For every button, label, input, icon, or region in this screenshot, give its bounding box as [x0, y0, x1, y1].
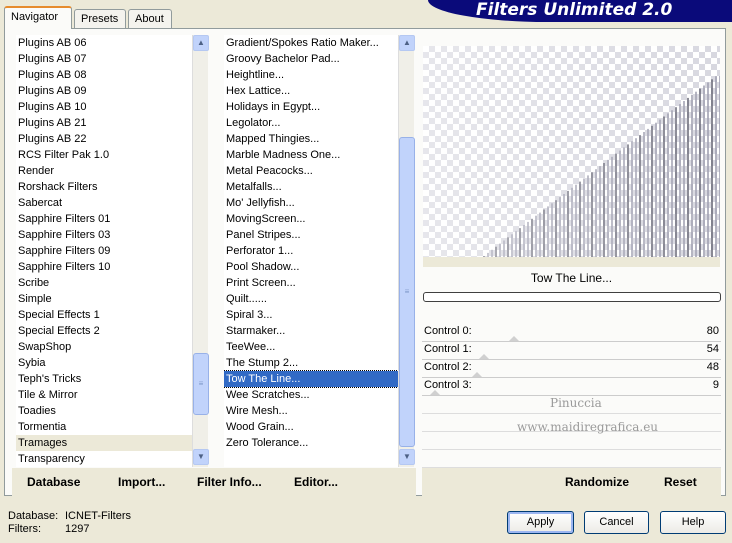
list-item[interactable]: Spiral 3...: [224, 307, 398, 323]
list-item[interactable]: SwapShop: [16, 339, 192, 355]
control-value: 80: [706, 325, 719, 337]
list-item[interactable]: Simple: [16, 291, 192, 307]
control-label: Control 2:: [424, 361, 472, 373]
filter-preview: [423, 46, 720, 257]
list-item[interactable]: Teph's Tricks: [16, 371, 192, 387]
list-item[interactable]: RCS Filter Pak 1.0: [16, 147, 192, 163]
selected-filter-name: Tow The Line...: [530, 271, 613, 285]
list-item[interactable]: Sabercat: [16, 195, 192, 211]
list-item[interactable]: Plugins AB 09: [16, 83, 192, 99]
list-item[interactable]: Legolator...: [224, 115, 398, 131]
list-item[interactable]: Metal Peacocks...: [224, 163, 398, 179]
list-item[interactable]: Sapphire Filters 09: [16, 243, 192, 259]
control-value: 9: [712, 379, 719, 391]
apply-button[interactable]: Apply: [507, 511, 574, 534]
control-value: 48: [706, 361, 719, 373]
scroll-thumb[interactable]: ≡: [193, 353, 209, 415]
list-item[interactable]: Plugins AB 06: [16, 35, 192, 51]
list-item[interactable]: Scribe: [16, 275, 192, 291]
tab-about[interactable]: About: [128, 9, 172, 28]
list-item[interactable]: Wee Scratches...: [224, 387, 398, 403]
preview-image: [423, 46, 720, 257]
list-item[interactable]: Groovy Bachelor Pad...: [224, 51, 398, 67]
title-banner: Filters Unlimited 2.0: [428, 0, 732, 22]
category-scrollbar[interactable]: ▲ ≡ ▼: [192, 35, 209, 467]
scroll-thumb[interactable]: ≡: [399, 137, 415, 447]
list-item[interactable]: Sapphire Filters 01: [16, 211, 192, 227]
tab-presets[interactable]: Presets: [74, 9, 126, 28]
list-item[interactable]: Wood Grain...: [224, 419, 398, 435]
preview-separator: [423, 257, 720, 267]
scroll-up-button[interactable]: ▲: [399, 35, 415, 51]
list-item[interactable]: Plugins AB 07: [16, 51, 192, 67]
list-item[interactable]: Plugins AB 10: [16, 99, 192, 115]
scroll-down-button[interactable]: ▼: [399, 449, 415, 465]
list-item[interactable]: Starmaker...: [224, 323, 398, 339]
list-item[interactable]: Mo' Jellyfish...: [224, 195, 398, 211]
control-value: 54: [706, 343, 719, 355]
list-item[interactable]: Sapphire Filters 10: [16, 259, 192, 275]
list-item[interactable]: Metalfalls...: [224, 179, 398, 195]
list-item[interactable]: Tile & Mirror: [16, 387, 192, 403]
control-slider-0[interactable]: Control 0: 80: [422, 324, 721, 342]
list-item[interactable]: Plugins AB 08: [16, 67, 192, 83]
reset-button[interactable]: Reset: [664, 475, 697, 489]
list-item[interactable]: Special Effects 2: [16, 323, 192, 339]
list-item[interactable]: Plugins AB 21: [16, 115, 192, 131]
filter-list[interactable]: Gradient/Spokes Ratio Maker... Groovy Bac…: [224, 35, 398, 467]
list-item[interactable]: Perforator 1...: [224, 243, 398, 259]
list-item[interactable]: Zero Tolerance...: [224, 435, 398, 451]
list-item[interactable]: Wire Mesh...: [224, 403, 398, 419]
list-item[interactable]: Holidays in Egypt...: [224, 99, 398, 115]
filter-scrollbar[interactable]: ▲ ≡ ▼: [398, 35, 415, 467]
progress-bar: [423, 292, 721, 302]
list-item[interactable]: Gradient/Spokes Ratio Maker...: [224, 35, 398, 51]
watermark-name: Pinuccia: [550, 396, 602, 410]
list-item[interactable]: Render: [16, 163, 192, 179]
list-item[interactable]: The Stump 2...: [224, 355, 398, 371]
list-item[interactable]: Hex Lattice...: [224, 83, 398, 99]
scroll-up-button[interactable]: ▲: [193, 35, 209, 51]
help-button[interactable]: Help: [660, 511, 726, 534]
list-item[interactable]: Panel Stripes...: [224, 227, 398, 243]
list-item[interactable]: MovingScreen...: [224, 211, 398, 227]
control-slider-3[interactable]: Control 3: 9: [422, 378, 721, 396]
list-item[interactable]: Pool Shadow...: [224, 259, 398, 275]
list-item[interactable]: Transparency: [16, 451, 192, 467]
list-item[interactable]: Rorshack Filters: [16, 179, 192, 195]
import-button[interactable]: Import...: [118, 475, 165, 489]
scroll-down-button[interactable]: ▼: [193, 449, 209, 465]
database-button[interactable]: Database: [27, 475, 80, 489]
tab-navigator[interactable]: Navigator: [4, 6, 72, 29]
control-sliders: Control 0: 80 Control 1: 54 Control 2: 4…: [422, 324, 721, 396]
randomize-button[interactable]: Randomize: [565, 475, 629, 489]
list-item[interactable]: Tow The Line...: [224, 370, 398, 388]
list-item[interactable]: Special Effects 1: [16, 307, 192, 323]
status-filters: Filters: 1297: [8, 523, 90, 535]
list-item[interactable]: Quilt......: [224, 291, 398, 307]
editor-button[interactable]: Editor...: [294, 475, 338, 489]
control-label: Control 0:: [424, 325, 472, 337]
list-item[interactable]: Sapphire Filters 03: [16, 227, 192, 243]
control-label: Control 1:: [424, 343, 472, 355]
list-item[interactable]: Plugins AB 22: [16, 131, 192, 147]
filter-info-button[interactable]: Filter Info...: [197, 475, 262, 489]
list-item[interactable]: Tramages: [16, 435, 192, 451]
list-item[interactable]: TeeWee...: [224, 339, 398, 355]
list-item[interactable]: Sybia: [16, 355, 192, 371]
list-item[interactable]: Toadies: [16, 403, 192, 419]
control-slider-1[interactable]: Control 1: 54: [422, 342, 721, 360]
category-list[interactable]: Plugins AB 06 Plugins AB 07 Plugins AB 08 P…: [16, 35, 192, 467]
list-item[interactable]: Mapped Thingies...: [224, 131, 398, 147]
control-slider-2[interactable]: Control 2: 48: [422, 360, 721, 378]
status-database: Database: ICNET-Filters: [8, 510, 131, 522]
list-item[interactable]: Tormentia: [16, 419, 192, 435]
list-item[interactable]: Print Screen...: [224, 275, 398, 291]
list-item[interactable]: Marble Madness One...: [224, 147, 398, 163]
list-item[interactable]: Heightline...: [224, 67, 398, 83]
watermark-url: www.maidiregrafica.eu: [517, 420, 659, 434]
cancel-button[interactable]: Cancel: [584, 511, 649, 534]
